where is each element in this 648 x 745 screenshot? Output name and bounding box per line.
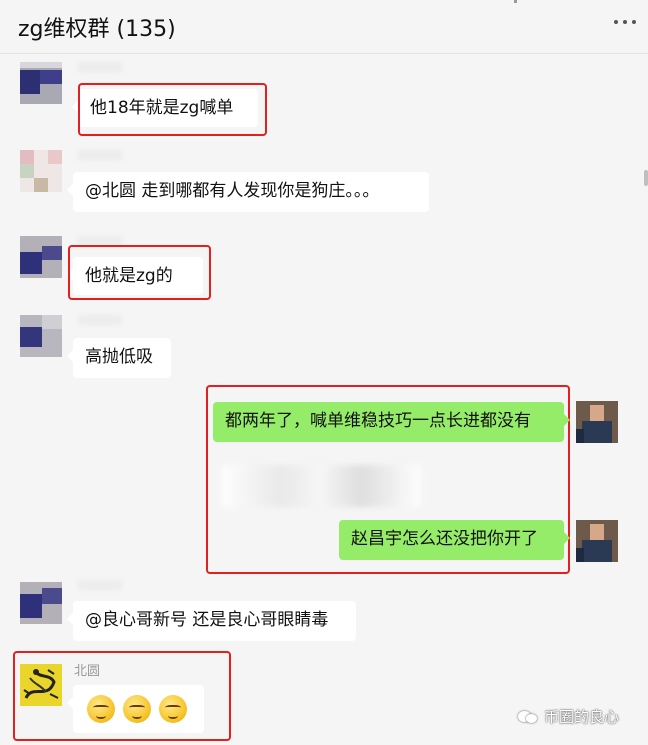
watermark: 币圈的良心 [518, 706, 619, 727]
message-bubble[interactable]: @北圆 走到哪都有人发现你是狗庄。。。 [67, 172, 429, 212]
message-bubble[interactable]: 赵昌宇怎么还没把你开了 [339, 520, 570, 560]
chat-header: zg维权群 (135) [0, 0, 648, 54]
avatar[interactable] [20, 150, 62, 192]
avatar[interactable] [20, 664, 62, 706]
avatar[interactable] [20, 315, 62, 357]
smug-face-emoji-icon [87, 695, 115, 723]
highlight-box [78, 83, 267, 136]
smug-face-emoji-icon [123, 695, 151, 723]
avatar[interactable] [576, 401, 618, 443]
sender-name-blurred [78, 150, 122, 160]
sender-name-blurred [78, 580, 122, 590]
sender-name-blurred [78, 62, 122, 72]
blurred-message [221, 465, 421, 507]
avatar[interactable] [20, 582, 62, 624]
sender-name-blurred [78, 315, 122, 325]
dragon-avatar-icon [20, 664, 62, 706]
message-bubble[interactable]: 都两年了，喊单维稳技巧一点长进都没有 [213, 402, 570, 442]
wechat-icon [518, 709, 538, 725]
highlight-box [68, 245, 211, 300]
emoji-message[interactable] [67, 685, 204, 733]
avatar[interactable] [576, 520, 618, 562]
sender-name: 北圆 [74, 664, 101, 679]
chat-title: zg维权群 (135) [18, 17, 176, 42]
scrollbar[interactable] [644, 170, 648, 186]
more-icon[interactable] [614, 20, 636, 24]
avatar[interactable] [20, 236, 62, 278]
watermark-text: 币圈的良心 [544, 708, 620, 726]
header-dot [514, 0, 517, 3]
message-bubble[interactable]: @良心哥新号 还是良心哥眼睛毒 [67, 601, 356, 641]
smug-face-emoji-icon [159, 695, 187, 723]
message-bubble[interactable]: 高抛低吸 [67, 338, 171, 378]
avatar[interactable] [20, 62, 62, 104]
